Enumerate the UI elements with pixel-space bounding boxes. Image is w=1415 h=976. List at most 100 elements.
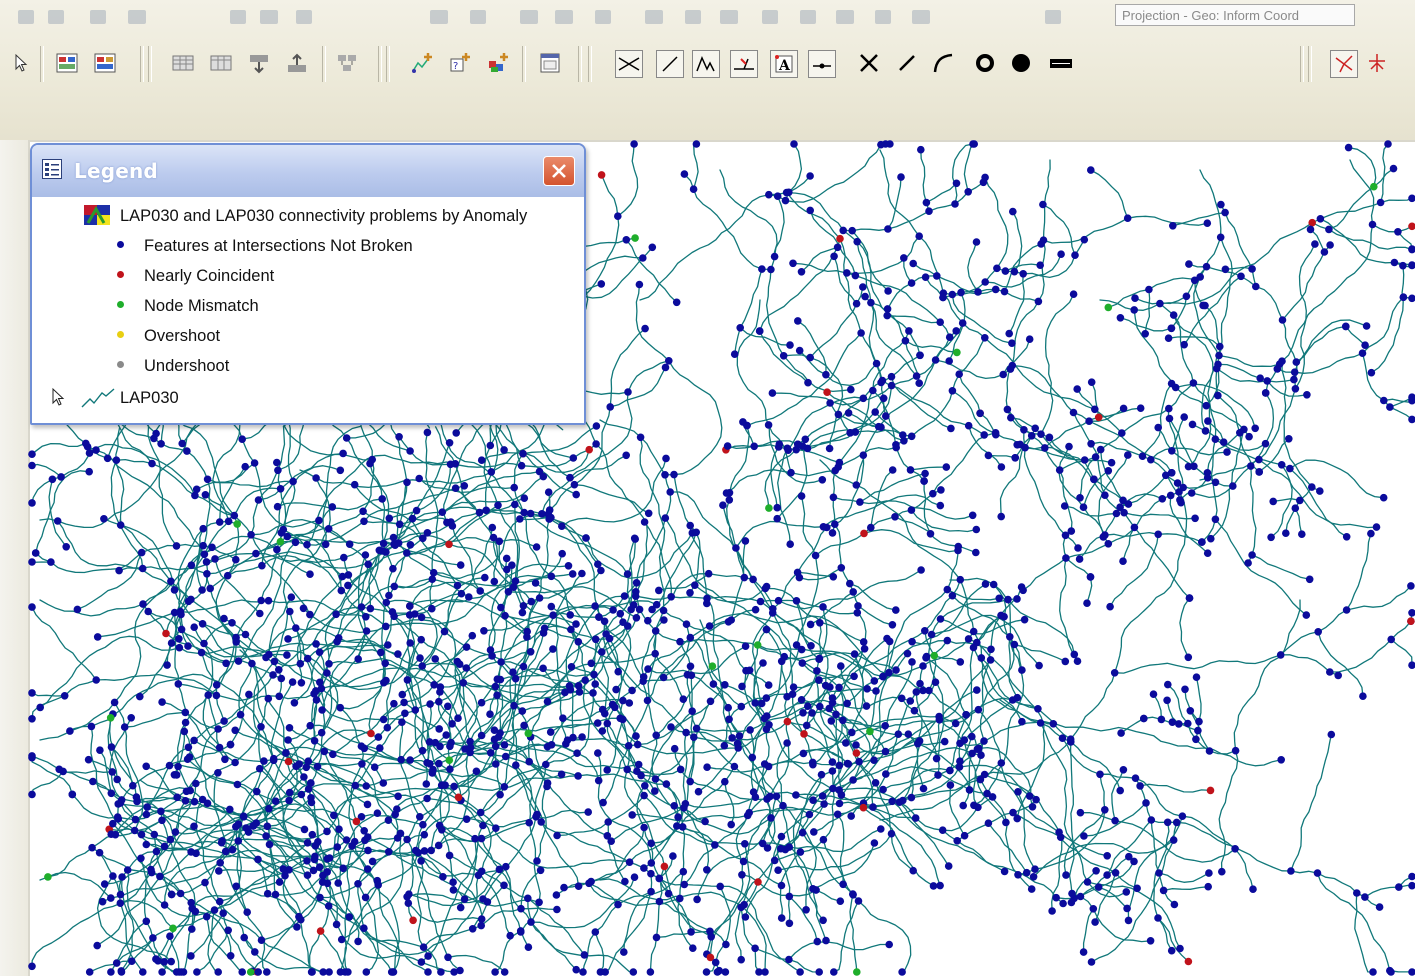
anomaly-point	[943, 585, 952, 594]
anomaly-point	[158, 698, 166, 706]
anomaly-point	[852, 741, 860, 749]
anomaly-point	[323, 669, 331, 677]
anomaly-point	[1370, 182, 1378, 191]
anomaly-point	[1278, 357, 1286, 366]
anomaly-point	[330, 811, 338, 820]
anomaly-point	[777, 844, 785, 853]
anomaly-point	[785, 843, 793, 851]
stream-line	[735, 454, 865, 549]
anomaly-point	[1248, 551, 1256, 559]
anomaly-point	[445, 851, 454, 860]
anomaly-point	[500, 783, 509, 791]
anomaly-point	[951, 200, 959, 208]
anomaly-point	[1055, 466, 1064, 474]
anomaly-point	[887, 829, 896, 838]
anomaly-point	[95, 848, 104, 857]
anomaly-point	[1002, 818, 1010, 827]
anomaly-point	[490, 577, 499, 586]
anomaly-point	[591, 680, 599, 688]
anomaly-point	[352, 817, 361, 826]
anomaly-point	[897, 173, 905, 181]
anomaly-point	[652, 933, 661, 942]
anomaly-point	[851, 271, 860, 280]
anomaly-point	[1079, 948, 1088, 956]
legend-window[interactable]: Legend LAP030 and LAP030 connectivity pr…	[30, 143, 586, 425]
anomaly-point	[252, 819, 260, 827]
anomaly-point	[850, 672, 858, 681]
anomaly-point	[228, 619, 236, 627]
anomaly-point	[783, 739, 791, 747]
stream-line	[1364, 884, 1413, 898]
anomaly-point	[947, 424, 955, 433]
anomaly-point	[1199, 301, 1207, 310]
anomaly-point	[670, 470, 678, 479]
anomaly-point	[201, 491, 210, 499]
anomaly-point	[647, 859, 656, 867]
anomaly-point	[1145, 285, 1153, 294]
anomaly-point	[1104, 467, 1113, 475]
anomaly-point	[354, 880, 362, 888]
anomaly-point	[1273, 365, 1282, 373]
stream-line	[846, 272, 951, 338]
anomaly-point	[1191, 514, 1199, 523]
anomaly-point	[1180, 413, 1188, 421]
anomaly-point	[231, 726, 239, 735]
anomaly-point	[422, 780, 431, 788]
anomaly-point	[462, 815, 471, 823]
anomaly-point	[336, 968, 345, 976]
anomaly-point	[188, 925, 196, 933]
anomaly-point	[393, 805, 401, 813]
anomaly-point	[446, 742, 454, 751]
anomaly-point	[350, 837, 359, 846]
anomaly-point	[482, 506, 491, 515]
anomaly-point	[439, 873, 447, 881]
anomaly-point	[394, 650, 402, 658]
anomaly-point	[1049, 720, 1058, 728]
anomaly-point	[907, 793, 916, 802]
anomaly-point	[98, 897, 107, 906]
anomaly-point	[475, 508, 484, 517]
anomaly-point	[221, 847, 230, 856]
anomaly-point	[345, 540, 354, 548]
legend-title-bar[interactable]: Legend	[32, 145, 584, 197]
anomaly-point	[1185, 260, 1193, 268]
anomaly-point	[96, 746, 104, 754]
stream-line	[809, 209, 857, 277]
anomaly-point	[291, 538, 300, 547]
anomaly-point	[1282, 529, 1290, 537]
anomaly-point	[578, 733, 586, 741]
anomaly-point	[1067, 898, 1076, 907]
close-button[interactable]	[543, 156, 575, 186]
anomaly-point	[385, 514, 394, 523]
anomaly-point	[466, 743, 475, 752]
stream-line	[726, 499, 745, 579]
anomaly-point	[360, 517, 368, 526]
anomaly-point	[183, 755, 192, 763]
anomaly-point	[359, 507, 367, 516]
anomaly-point	[687, 928, 695, 936]
anomaly-point	[1085, 417, 1093, 426]
anomaly-point	[1251, 424, 1259, 433]
stream-line	[963, 143, 975, 193]
anomaly-point	[737, 702, 746, 711]
stream-line	[669, 491, 812, 647]
anomaly-point	[801, 435, 810, 444]
anomaly-point	[1039, 200, 1047, 209]
anomaly-point	[686, 777, 694, 786]
anomaly-point	[1059, 899, 1067, 908]
anomaly-point	[1111, 869, 1120, 877]
anomaly-point	[892, 443, 900, 452]
anomaly-point	[552, 891, 561, 899]
anomaly-point	[972, 525, 981, 534]
stream-line	[1109, 533, 1159, 608]
anomaly-point	[545, 506, 554, 514]
anomaly-point	[737, 955, 745, 964]
anomaly-point	[720, 741, 729, 750]
anomaly-point	[142, 840, 151, 849]
anomaly-point	[1223, 448, 1231, 456]
anomaly-point	[634, 760, 643, 769]
anomaly-point	[1062, 871, 1070, 879]
anomaly-point	[360, 744, 369, 753]
anomaly-point	[423, 428, 432, 437]
anomaly-point	[706, 697, 715, 706]
